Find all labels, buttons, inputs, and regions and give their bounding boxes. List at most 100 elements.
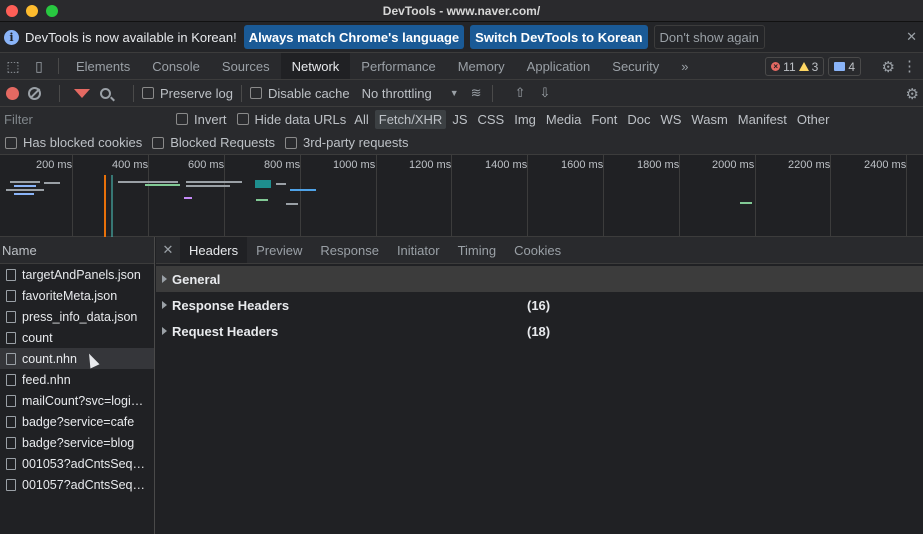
timeline-bars (6, 175, 752, 237)
tab-response[interactable]: Response (311, 237, 388, 263)
filter-funnel-icon[interactable] (74, 88, 90, 98)
request-headers-section[interactable]: Request Headers (18) (156, 318, 923, 344)
tab-elements[interactable]: Elements (65, 53, 141, 79)
response-headers-section[interactable]: Response Headers (16) (156, 292, 923, 318)
tab-timing[interactable]: Timing (449, 237, 506, 263)
import-har-icon[interactable]: ⇧ (515, 85, 526, 101)
expand-triangle-icon (162, 301, 167, 309)
blocked-cookies-label: Has blocked cookies (23, 135, 143, 150)
error-warning-counter[interactable]: × 11 3 (765, 57, 825, 76)
disable-cache-checkbox[interactable] (249, 87, 262, 99)
tab-console[interactable]: Console (141, 53, 211, 79)
tab-memory[interactable]: Memory (447, 53, 516, 79)
file-icon (6, 373, 16, 386)
network-conditions-icon[interactable]: ≋ (471, 85, 482, 101)
search-icon[interactable] (100, 87, 111, 99)
dont-show-again-button[interactable]: Don't show again (653, 25, 765, 49)
filter-type-css[interactable]: CSS (474, 110, 509, 129)
filter-type-other[interactable]: Other (793, 110, 834, 129)
section-label: Response Headers (172, 297, 290, 313)
error-count: 11 (783, 59, 796, 74)
hide-data-urls-checkbox[interactable] (236, 113, 249, 125)
third-party-checkbox[interactable] (285, 136, 298, 149)
throttling-select[interactable]: No throttling (362, 86, 432, 101)
export-har-icon[interactable]: ⇩ (539, 85, 550, 101)
tab-network[interactable]: Network (280, 53, 351, 79)
close-detail-icon[interactable]: ✕ (156, 237, 180, 263)
request-row[interactable]: targetAndPanels.json (0, 264, 154, 285)
filter-bar: Filter Invert Hide data URLs All Fetch/X… (0, 107, 923, 131)
zoom-window-button[interactable] (46, 5, 58, 17)
match-language-button[interactable]: Always match Chrome's language (243, 25, 465, 49)
chevron-down-icon[interactable]: ▼ (450, 88, 459, 98)
section-label: Request Headers (172, 323, 279, 339)
tab-cookies[interactable]: Cookies (505, 237, 570, 263)
request-row[interactable]: count (0, 327, 154, 348)
tab-sources[interactable]: Sources (211, 53, 281, 79)
file-icon (6, 352, 16, 365)
close-window-button[interactable] (6, 5, 18, 17)
warning-icon (798, 62, 809, 71)
file-icon (6, 289, 16, 302)
filter-type-js[interactable]: JS (448, 110, 471, 129)
request-row[interactable]: press_info_data.json (0, 306, 154, 327)
window-title: DevTools - www.naver.com/ (382, 3, 541, 18)
device-toolbar-icon[interactable]: ▯ (26, 53, 52, 79)
filter-type-fetch-xhr[interactable]: Fetch/XHR (374, 109, 447, 129)
message-icon (834, 62, 846, 71)
header-count: (16) (527, 297, 551, 313)
record-button[interactable] (6, 86, 19, 100)
general-section[interactable]: General (156, 266, 923, 292)
filter-type-font[interactable]: Font (587, 110, 621, 129)
filter-input[interactable]: Filter (0, 107, 165, 131)
message-counter[interactable]: 4 (828, 57, 861, 76)
request-row[interactable]: badge?service=blog (0, 432, 154, 453)
filter-type-media[interactable]: Media (542, 110, 585, 129)
network-settings-gear-icon[interactable]: ⚙ (906, 85, 919, 103)
name-column-header[interactable]: Name (0, 237, 154, 264)
invert-checkbox[interactable] (176, 113, 188, 125)
request-row[interactable]: 001057?adCntsSeqs… (0, 474, 154, 495)
filter-type-all[interactable]: All (350, 110, 372, 129)
request-row[interactable]: mailCount?svc=login… (0, 390, 154, 411)
detail-tabbar: ✕ Headers Preview Response Initiator Tim… (156, 237, 923, 264)
window-controls (6, 5, 58, 17)
file-icon (6, 457, 16, 470)
tab-application[interactable]: Application (516, 53, 602, 79)
info-icon: i (4, 29, 19, 45)
filter-type-ws[interactable]: WS (656, 110, 685, 129)
filter-type-wasm[interactable]: Wasm (687, 110, 731, 129)
inspect-element-icon[interactable]: ⬚ (0, 53, 26, 79)
request-row[interactable]: badge?service=cafe (0, 411, 154, 432)
blocked-requests-checkbox[interactable] (152, 136, 165, 149)
request-row[interactable]: feed.nhn (0, 369, 154, 390)
switch-language-button[interactable]: Switch DevTools to Korean (470, 25, 648, 49)
divider (133, 84, 134, 102)
file-icon (6, 436, 16, 449)
blocked-cookies-checkbox[interactable] (5, 136, 17, 149)
more-tabs-icon[interactable]: » (670, 53, 699, 79)
customize-menu-icon[interactable]: ⋮ (902, 57, 917, 75)
file-icon (6, 331, 16, 344)
filter-type-doc[interactable]: Doc (623, 110, 654, 129)
request-row[interactable]: 001053?adCntsSeqs… (0, 453, 154, 474)
divider (491, 84, 493, 102)
warning-count: 3 (811, 59, 819, 74)
tab-performance[interactable]: Performance (350, 53, 446, 79)
filter-type-img[interactable]: Img (510, 110, 540, 129)
request-row[interactable]: count.nhn (0, 348, 154, 369)
third-party-label: 3rd-party requests (303, 135, 409, 150)
filter-type-manifest[interactable]: Manifest (734, 110, 791, 129)
minimize-window-button[interactable] (26, 5, 38, 17)
tab-initiator[interactable]: Initiator (388, 237, 449, 263)
tab-headers[interactable]: Headers (180, 237, 248, 263)
clear-icon[interactable] (28, 86, 41, 100)
close-infobar-icon[interactable]: ✕ (906, 29, 917, 45)
preserve-log-checkbox[interactable] (142, 87, 154, 99)
tab-preview[interactable]: Preview (247, 237, 311, 263)
request-row[interactable]: favoriteMeta.json (0, 285, 154, 306)
divider (240, 84, 242, 102)
tab-security[interactable]: Security (601, 53, 670, 79)
network-overview-timeline[interactable]: 200 ms 400 ms 600 ms 800 ms 1000 ms 1200… (0, 155, 923, 237)
settings-gear-icon[interactable]: ⚙ (882, 58, 895, 76)
